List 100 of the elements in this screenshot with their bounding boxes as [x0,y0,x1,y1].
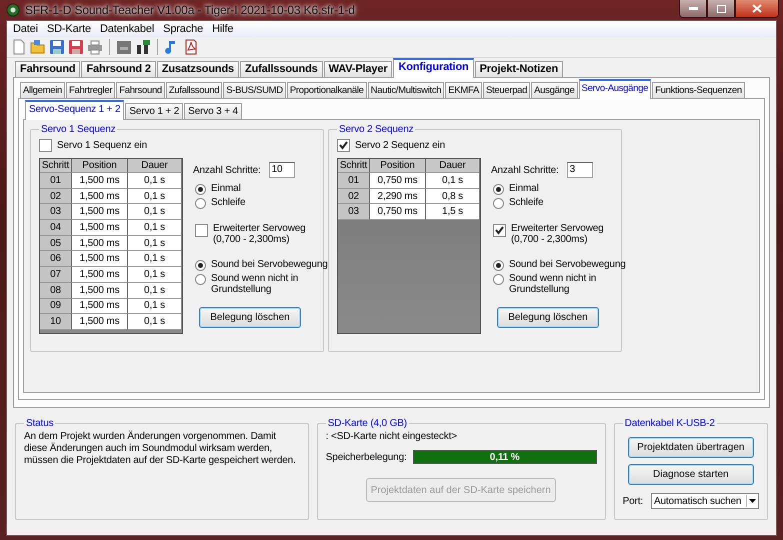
tab[interactable]: Ausgänge [531,82,578,98]
table-cell[interactable]: 0,750 ms [370,204,426,220]
radio-button[interactable] [195,260,206,271]
table-cell[interactable]: 1,500 ms [72,204,128,220]
clear-button[interactable]: Belegung löschen [199,307,301,328]
minimize-button[interactable] [679,0,707,18]
table-cell[interactable]: 1,500 ms [72,251,128,268]
checkbox[interactable] [39,139,52,152]
tab[interactable]: Projekt-Notizen [474,61,564,77]
tab[interactable]: Fahrsound [15,61,80,77]
table-cell[interactable]: 1,500 ms [72,220,128,236]
radio-label: Sound bei Servobewegung [509,259,626,270]
table-cell[interactable]: 1,500 ms [72,267,128,283]
column-header: Schritt [338,159,370,173]
menu-item[interactable]: Datenkabel [98,23,162,35]
row-header: 06 [40,251,72,268]
table-cell[interactable]: 0,750 ms [370,173,426,189]
checkbox-label: Servo 2 Sequenz ein [355,140,445,151]
tab[interactable]: Servo-Sequenz 1 + 2 [25,100,124,120]
checkbox-label: Erweiterter Servoweg (0,700 - 2,300ms) [511,223,605,245]
radio-label: Schleife [211,197,246,208]
radio-button[interactable] [493,198,504,209]
usage-label: Speicherbelegung: [326,452,407,462]
table-cell[interactable]: 0,1 s [128,298,181,314]
menu-item[interactable]: SD-Karte [44,23,98,35]
close-button[interactable] [735,0,779,18]
checkbox-label: Erweiterter Servoweg (0,700 - 2,300ms) [213,223,307,245]
input-field[interactable]: 3 [566,162,593,178]
tab[interactable]: Servo 1 + 2 [125,103,184,119]
printer-icon[interactable] [87,39,103,55]
radio-button[interactable] [195,184,206,195]
checkbox[interactable] [195,224,208,237]
table-cell[interactable]: 0,1 s [426,173,479,189]
maximize-button[interactable] [707,0,735,18]
table-cell[interactable]: 0,1 s [128,204,181,220]
table-cell[interactable]: 0,8 s [426,188,479,204]
tab[interactable]: WAV-Player [324,61,392,77]
tab[interactable]: Zufallssound [166,82,222,98]
checkbox[interactable] [493,224,506,237]
radio-button[interactable] [493,260,504,271]
table-cell[interactable]: 0,1 s [128,282,181,298]
field-label: Anzahl Schritte: [491,164,559,176]
group-title: Servo 2 Sequenz [338,124,414,135]
port-dropdown[interactable]: Automatisch suchen [651,493,759,509]
table-cell[interactable]: 0,1 s [128,267,181,283]
table-cell[interactable]: 1,500 ms [72,188,128,204]
clear-button[interactable]: Belegung löschen [497,307,599,328]
save-icon[interactable] [68,39,84,55]
pdf-icon[interactable] [183,39,199,55]
radio-button[interactable] [493,184,504,195]
new-document-icon[interactable] [11,39,27,55]
table-cell[interactable]: 1,500 ms [72,282,128,298]
menu-item[interactable]: Sprache [161,23,210,35]
menu-item[interactable]: Hilfe [210,23,240,35]
action-button[interactable]: Diagnose starten [628,464,754,485]
row-header: 02 [40,188,72,204]
tab[interactable]: Zufallssounds [240,61,323,77]
sd-card-info: : <SD-Karte nicht eingesteckt> [326,431,458,442]
tab[interactable]: Fahrsound [116,82,165,98]
table-cell[interactable]: 0,1 s [128,236,181,252]
tab[interactable]: S-BUS/SUMD [223,82,286,98]
tab[interactable]: Steuerpad [483,82,530,98]
checkbox[interactable] [337,139,350,152]
radio-label: Schleife [509,197,544,208]
table-cell[interactable]: 0,1 s [128,251,181,268]
tab[interactable]: Servo 3 + 4 [184,103,242,119]
radio-button[interactable] [195,198,206,209]
action-button[interactable]: Projektdaten übertragen [628,437,754,458]
check-mark-icon [495,226,504,235]
radio-label: Sound wenn nicht in Grundstellung [509,273,598,295]
tab[interactable]: Fahrsound 2 [81,61,156,77]
table-cell[interactable]: 0,1 s [128,188,181,204]
tab[interactable]: Konfiguration [393,58,474,78]
radio-button[interactable] [195,274,206,285]
table-cell[interactable]: 0,1 s [128,220,181,236]
table-cell[interactable]: 1,500 ms [72,298,128,314]
tab[interactable]: Allgemein [20,82,66,98]
menu-item[interactable]: Datei [11,23,45,35]
tab[interactable]: Funktions-Sequenzen [652,82,745,98]
table-cell[interactable]: 0,1 s [128,314,181,330]
radio-button[interactable] [493,274,504,285]
tab[interactable]: Zusatzsounds [156,61,239,77]
tab[interactable]: Nautic/Multiswitch [368,82,444,98]
table-cell[interactable]: 1,500 ms [72,173,128,189]
tab[interactable]: EKMFA [445,82,482,98]
tab[interactable]: Servo-Ausgänge [578,79,652,99]
row-header: 09 [40,298,72,314]
open-folder-icon[interactable] [30,39,46,55]
tab[interactable]: Fahrtregler [66,82,116,98]
table-cell[interactable]: 1,5 s [426,204,479,220]
save-icon[interactable] [49,39,65,55]
table-cell[interactable]: 1,500 ms [72,236,128,252]
tab[interactable]: Proportionalkanäle [286,82,367,98]
table-cell[interactable]: 2,290 ms [370,188,426,204]
group-title: Status [25,418,54,429]
row-header: 07 [40,267,72,283]
table-cell[interactable]: 0,1 s [128,173,181,189]
table-cell[interactable]: 1,500 ms [72,314,128,330]
row-header: 03 [338,204,370,220]
input-field[interactable]: 10 [268,162,295,178]
